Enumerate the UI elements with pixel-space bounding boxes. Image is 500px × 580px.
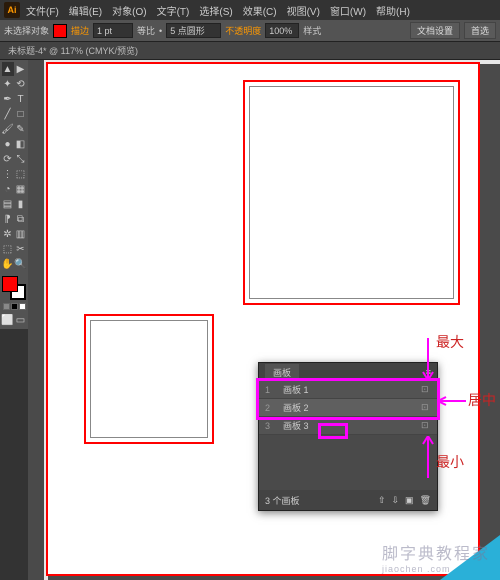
artboard-row[interactable]: 3 画板 3 ⊡ [259, 417, 437, 435]
prefs-button[interactable]: 首选 [464, 22, 496, 39]
stroke-weight-input[interactable] [93, 23, 133, 38]
gradient-tool-icon[interactable]: ▮ [15, 197, 27, 211]
eraser-tool-icon[interactable]: ◧ [15, 137, 27, 151]
move-down-icon[interactable]: ⇩ [392, 495, 400, 506]
row-name: 画板 3 [283, 419, 413, 432]
mesh-tool-icon[interactable]: ▤ [2, 197, 14, 211]
artboard-options-icon[interactable]: ⊡ [421, 420, 431, 431]
toolbox: ▲▶ ✦⟲ ✒T ╱□ 🖌✎ ●◧ ⟳⤡ ⋮⬚ ◔▦ ▤▮ ⁋⧉ ✲▥ ⬚✂ ✋… [0, 60, 28, 329]
blend-tool-icon[interactable]: ⧉ [15, 212, 27, 226]
artboard-options-icon[interactable]: ⊡ [421, 384, 431, 395]
delete-artboard-icon[interactable]: 🗑 [420, 495, 431, 506]
perspective-tool-icon[interactable]: ▦ [15, 182, 27, 196]
line-tool-icon[interactable]: ╱ [2, 107, 14, 121]
color-mode-swatches[interactable] [3, 303, 26, 310]
rotate-tool-icon[interactable]: ⟳ [2, 152, 14, 166]
slice-tool-icon[interactable]: ✂ [15, 242, 27, 256]
row-number: 3 [265, 421, 275, 431]
artboard-list: 1 画板 1 ⊡ 2 画板 2 ⊡ 3 画板 3 ⊡ [259, 381, 437, 435]
opacity-input[interactable] [265, 23, 299, 38]
free-transform-tool-icon[interactable]: ⬚ [15, 167, 27, 181]
rectangle-tool-icon[interactable]: □ [15, 107, 27, 121]
document-tab-bar: 未标题-4* @ 117% (CMYK/预览) [0, 42, 500, 60]
eyedropper-tool-icon[interactable]: ⁋ [2, 212, 14, 226]
artboard-1[interactable] [243, 80, 460, 305]
type-tool-icon[interactable]: T [15, 92, 27, 106]
menu-select[interactable]: 选择(S) [195, 1, 236, 20]
menu-file[interactable]: 文件(F) [22, 1, 63, 20]
width-tool-icon[interactable]: ⋮ [2, 167, 14, 181]
menu-help[interactable]: 帮助(H) [372, 1, 414, 20]
lasso-tool-icon[interactable]: ⟲ [15, 77, 27, 91]
uniform-label[interactable]: 等比 [137, 24, 155, 37]
fill-swatch[interactable] [53, 24, 67, 38]
watermark-corner [440, 535, 500, 580]
menu-bar: Ai 文件(F) 编辑(E) 对象(O) 文字(T) 选择(S) 效果(C) 视… [0, 0, 500, 20]
stroke-label: 描边 [71, 24, 89, 37]
panel-menu-icon[interactable]: ≡ [426, 367, 431, 377]
hand-tool-icon[interactable]: ✋ [2, 257, 14, 271]
pen-tool-icon[interactable]: ✒ [2, 92, 14, 106]
new-artboard-icon[interactable]: ▣ [405, 495, 414, 506]
row-number: 1 [265, 385, 275, 395]
direct-select-tool-icon[interactable]: ▶ [15, 62, 27, 76]
document-tab[interactable]: 未标题-4* @ 117% (CMYK/预览) [8, 44, 138, 57]
artboard-tool-icon[interactable]: ⬚ [2, 242, 14, 256]
menu-object[interactable]: 对象(O) [108, 1, 150, 20]
panel-header[interactable]: 画板 ≡ [259, 363, 437, 381]
shape-profile-input[interactable] [166, 23, 221, 38]
artboard-row[interactable]: 1 画板 1 ⊡ [259, 381, 437, 399]
panel-empty-area [259, 435, 437, 490]
paintbrush-tool-icon[interactable]: 🖌 [2, 122, 14, 136]
screen-mode-icon[interactable]: ⬜ [2, 313, 14, 327]
menu-window[interactable]: 窗口(W) [326, 1, 370, 20]
artboard-count: 3 个画板 [265, 494, 300, 507]
graph-tool-icon[interactable]: ▥ [15, 227, 27, 241]
annotation-label-max: 最大 [436, 332, 464, 352]
menu-type[interactable]: 文字(T) [153, 1, 194, 20]
change-screen-icon[interactable]: ▭ [15, 313, 27, 327]
opacity-label: 不透明度 [225, 24, 261, 37]
scale-tool-icon[interactable]: ⤡ [15, 152, 27, 166]
move-up-icon[interactable]: ⇧ [378, 495, 386, 506]
artboard-2[interactable] [84, 314, 214, 444]
row-name: 画板 1 [283, 383, 413, 396]
magic-wand-tool-icon[interactable]: ✦ [2, 77, 14, 91]
selection-tool-icon[interactable]: ▲ [2, 62, 14, 76]
artboards-panel: 画板 ≡ 1 画板 1 ⊡ 2 画板 2 ⊡ 3 画板 3 ⊡ 3 个画板 ⇧ … [258, 362, 438, 511]
doc-setup-button[interactable]: 文档设置 [410, 22, 460, 39]
pencil-tool-icon[interactable]: ✎ [15, 122, 27, 136]
panel-tab[interactable]: 画板 [265, 364, 299, 381]
shape-builder-tool-icon[interactable]: ◔ [2, 182, 14, 196]
row-number: 2 [265, 403, 275, 413]
menu-edit[interactable]: 编辑(E) [65, 1, 106, 20]
artboard-options-icon[interactable]: ⊡ [421, 402, 431, 413]
panel-footer: 3 个画板 ⇧ ⇩ ▣ 🗑 [259, 490, 437, 510]
blob-brush-tool-icon[interactable]: ● [2, 137, 14, 151]
style-label: 样式 [303, 24, 321, 37]
artboard-row[interactable]: 2 画板 2 ⊡ [259, 399, 437, 417]
zoom-tool-icon[interactable]: 🔍 [15, 257, 27, 271]
annotation-label-mid: 居中 [468, 390, 496, 410]
selection-status: 未选择对象 [4, 24, 49, 37]
menu-effect[interactable]: 效果(C) [239, 1, 281, 20]
app-logo-icon: Ai [4, 2, 20, 18]
options-bar: 未选择对象 描边 等比 • 不透明度 样式 文档设置 首选 [0, 20, 500, 42]
row-name: 画板 2 [283, 401, 413, 414]
symbol-sprayer-tool-icon[interactable]: ✲ [2, 227, 14, 241]
color-picker[interactable] [2, 276, 26, 300]
fill-color-icon[interactable] [2, 276, 18, 292]
menu-view[interactable]: 视图(V) [283, 1, 324, 20]
annotation-label-min: 最小 [436, 452, 464, 472]
